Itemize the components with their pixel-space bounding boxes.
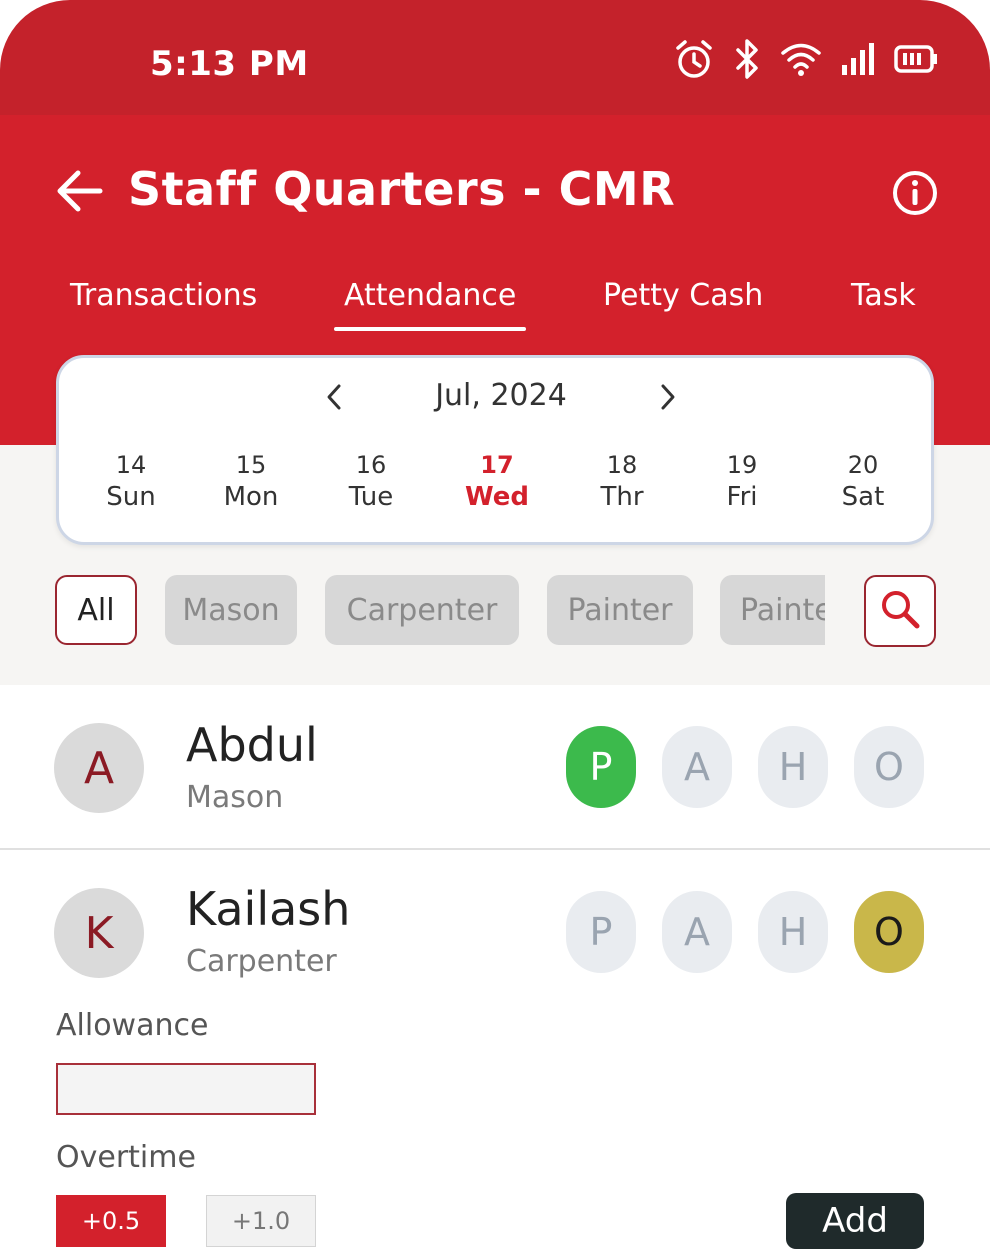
wifi-icon — [780, 41, 822, 77]
avatar: A — [54, 723, 144, 813]
calendar-day-sat[interactable]: 20 Sat — [818, 450, 908, 514]
day-name: Thr — [600, 482, 644, 512]
status-holiday-button[interactable]: H — [758, 726, 828, 808]
filter-chip-painter-2[interactable]: Painter — [720, 575, 825, 645]
add-button[interactable]: Add — [786, 1193, 924, 1249]
employee-role: Mason — [186, 780, 284, 815]
info-icon[interactable] — [892, 170, 938, 216]
calendar-day-mon[interactable]: 15 Mon — [206, 450, 296, 514]
calendar-day-tue[interactable]: 16 Tue — [326, 450, 416, 514]
tab-bar: Transactions Attendance Petty Cash Task — [0, 270, 990, 331]
tab-transactions[interactable]: Transactions — [70, 278, 257, 313]
bluetooth-icon — [732, 38, 762, 80]
day-number: 19 — [726, 451, 758, 479]
search-button[interactable] — [864, 575, 936, 647]
day-number: 14 — [115, 451, 147, 479]
row-divider — [0, 848, 990, 850]
overtime-label: Overtime — [56, 1140, 196, 1175]
status-holiday-button[interactable]: H — [758, 891, 828, 973]
filter-chip-mason[interactable]: Mason — [165, 575, 297, 645]
day-name: Fri — [726, 482, 758, 512]
status-bar: 5:13 PM — [0, 0, 990, 115]
search-icon — [878, 587, 922, 635]
day-name: Sun — [106, 482, 156, 512]
battery-icon — [894, 44, 938, 74]
day-number: 16 — [355, 451, 387, 479]
overtime-one-button[interactable]: +1.0 — [206, 1195, 316, 1247]
calendar-day-fri[interactable]: 19 Fri — [697, 450, 787, 514]
allowance-input[interactable] — [56, 1063, 316, 1115]
status-other-button[interactable]: O — [854, 726, 924, 808]
status-other-button[interactable]: O — [854, 891, 924, 973]
avatar: K — [54, 888, 144, 978]
prev-week-chevron-icon[interactable] — [319, 380, 349, 414]
status-absent-button[interactable]: A — [662, 726, 732, 808]
status-absent-button[interactable]: A — [662, 891, 732, 973]
day-name: Tue — [348, 482, 394, 512]
calendar-month: Jul, 2024 — [435, 378, 567, 413]
filter-chip-painter[interactable]: Painter — [547, 575, 693, 645]
day-number: 15 — [235, 451, 267, 479]
app-screen: 5:13 PM Staff Quarters - CMR Transaction… — [0, 0, 990, 1260]
filter-chip-all[interactable]: All — [55, 575, 137, 645]
back-arrow-icon[interactable] — [52, 168, 104, 214]
status-present-button[interactable]: P — [566, 891, 636, 973]
status-icons — [674, 38, 938, 80]
page-title: Staff Quarters - CMR — [128, 162, 676, 216]
employee-name: Kailash — [186, 882, 351, 936]
calendar-day-sun[interactable]: 14 Sun — [86, 450, 176, 514]
status-present-button[interactable]: P — [566, 726, 636, 808]
employee-name: Abdul — [186, 718, 318, 772]
day-name: Sat — [841, 482, 885, 512]
day-name: Wed — [465, 482, 529, 512]
calendar-day-wed-selected[interactable]: 17 Wed — [452, 450, 542, 514]
day-number: 17 — [480, 451, 514, 479]
tab-attendance[interactable]: Attendance — [333, 278, 527, 331]
next-week-chevron-icon[interactable] — [653, 380, 683, 414]
tab-task[interactable]: Task — [851, 278, 916, 313]
status-time: 5:13 PM — [150, 44, 309, 84]
alarm-icon — [674, 38, 714, 80]
overtime-half-button[interactable]: +0.5 — [56, 1195, 166, 1247]
filter-chip-carpenter[interactable]: Carpenter — [325, 575, 519, 645]
signal-icon — [840, 41, 876, 77]
allowance-label: Allowance — [56, 1008, 209, 1043]
calendar-day-thr[interactable]: 18 Thr — [577, 450, 667, 514]
week-calendar: Jul, 2024 14 Sun 15 Mon 16 Tue 17 Wed 18… — [56, 355, 934, 545]
employee-role: Carpenter — [186, 944, 337, 979]
tab-petty-cash[interactable]: Petty Cash — [603, 278, 763, 313]
day-number: 18 — [606, 451, 638, 479]
day-name: Mon — [223, 482, 279, 512]
day-number: 20 — [847, 451, 879, 479]
